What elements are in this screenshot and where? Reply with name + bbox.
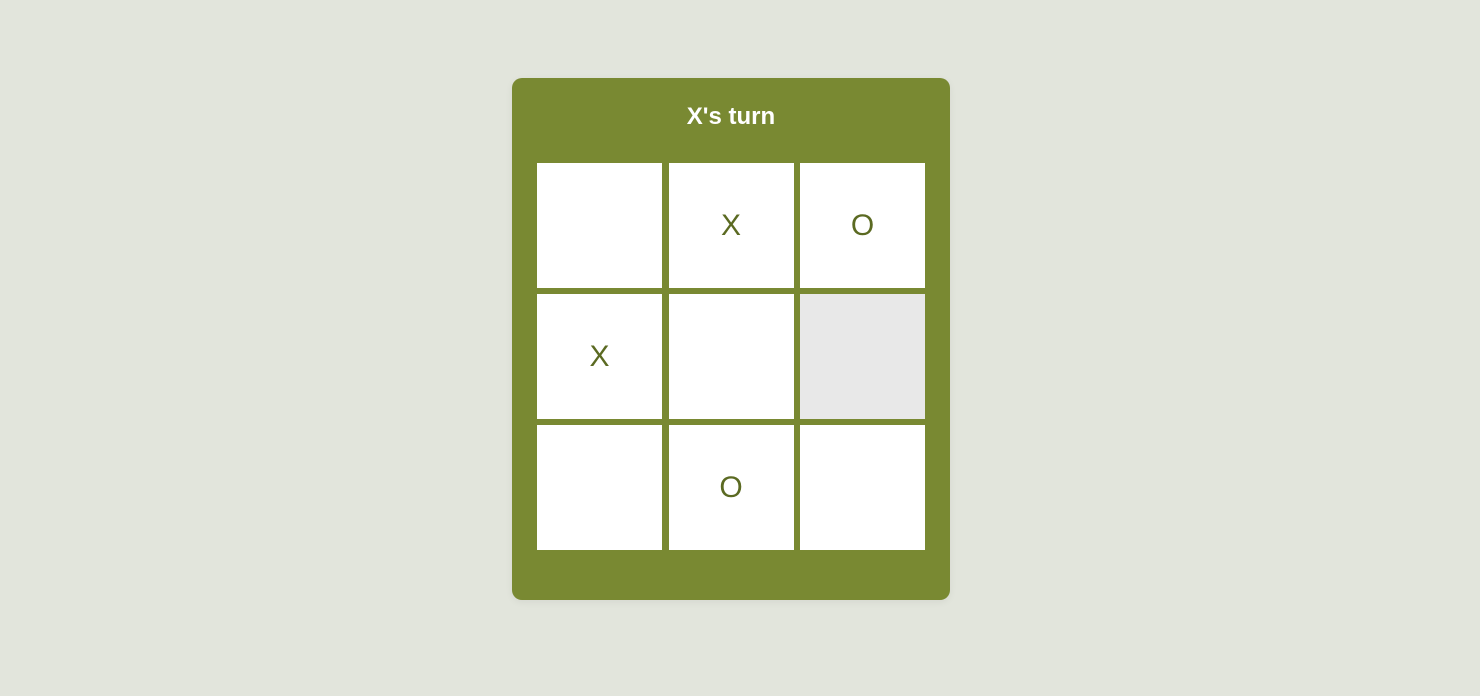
board-cell-8[interactable]: O [668, 425, 794, 550]
board-cell-2[interactable]: X [668, 163, 794, 288]
board-cell-4[interactable]: X [537, 294, 662, 419]
board-cell-7[interactable] [537, 425, 662, 550]
turn-status: X's turn [686, 103, 776, 130]
board-cell-9[interactable] [800, 425, 925, 550]
board-cell-6[interactable] [800, 294, 925, 419]
board-cell-1[interactable] [537, 163, 662, 288]
board-cell-5[interactable] [668, 294, 794, 419]
board-cell-3[interactable]: O [800, 163, 925, 288]
game-panel: X's turn X O X O [512, 78, 950, 600]
game-board: X O X O [537, 163, 925, 550]
